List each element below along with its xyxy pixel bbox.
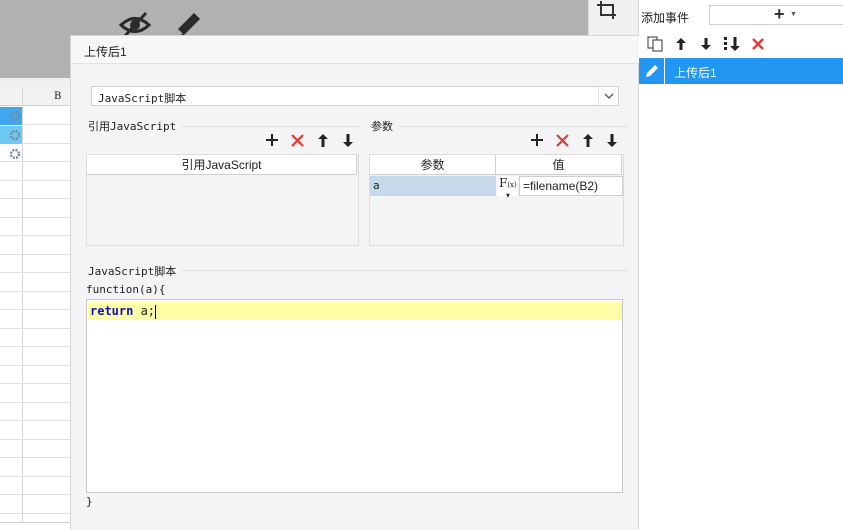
move-down-icon[interactable] (696, 34, 716, 54)
sheet-row (0, 217, 70, 236)
event-list: 上传后1 (639, 58, 843, 84)
ref-js-section-title: 引用JavaScript (88, 118, 183, 134)
function-signature: function(a){ (86, 283, 166, 296)
sheet-row (0, 328, 70, 347)
gear-icon[interactable] (9, 110, 21, 122)
gear-icon[interactable] (9, 129, 21, 141)
sheet-row (0, 291, 70, 310)
param-value-field[interactable]: =filename(B2) (519, 176, 623, 196)
event-editor-dialog: 上传后1 JavaScript脚本 引用JavaScript 引用JavaScr… (70, 35, 639, 530)
sheet-row (0, 439, 70, 458)
delete-icon[interactable] (748, 34, 768, 54)
param-move-down-icon[interactable] (603, 131, 621, 149)
param-move-up-icon[interactable] (579, 131, 597, 149)
event-panel: 添加事件 + ▼ 上传后1 (638, 0, 843, 530)
event-toolbar (639, 32, 843, 56)
edit-icon[interactable] (639, 58, 665, 84)
table-row: a F(x) ▼ =filename(B2) (370, 176, 624, 199)
copy-icon[interactable] (645, 34, 665, 54)
sheet-row (0, 162, 70, 181)
column-header-row: B (0, 88, 70, 106)
crop-icon[interactable] (596, 0, 618, 20)
text-caret (155, 304, 157, 319)
sheet-row (0, 254, 70, 273)
params-header-name[interactable]: 参数 (370, 155, 496, 175)
sheet-row (0, 458, 70, 477)
params-header-value[interactable]: 值 (496, 155, 622, 175)
param-delete-icon[interactable] (553, 131, 571, 149)
code-line-current[interactable]: return a; (88, 302, 621, 320)
params-section-title: 参数 (371, 118, 399, 134)
sheet-row (0, 402, 70, 421)
spreadsheet-grid: B (0, 88, 70, 530)
sheet-row (0, 236, 70, 255)
move-to-bottom-icon[interactable] (722, 34, 742, 54)
event-item[interactable]: 上传后1 (639, 58, 843, 84)
sheet-row (0, 199, 70, 218)
gear-icon[interactable] (9, 148, 21, 160)
sheet-row (0, 180, 70, 199)
dialog-title: 上传后1 (84, 45, 127, 59)
ref-js-table: 引用JavaScript (86, 154, 359, 246)
sheet-row (0, 273, 70, 292)
add-event-label: 添加事件 (641, 11, 690, 25)
event-type-select[interactable]: JavaScript脚本 (91, 86, 619, 106)
code-text: a; (133, 304, 156, 318)
column-header-b[interactable]: B (54, 91, 61, 102)
script-section-title: JavaScript脚本 (88, 263, 183, 279)
param-add-icon[interactable] (528, 131, 546, 149)
ref-delete-icon[interactable] (288, 131, 306, 149)
sheet-row (0, 495, 70, 514)
code-keyword: return (90, 304, 134, 318)
ref-move-down-icon[interactable] (339, 131, 357, 149)
param-name-cell[interactable]: a (370, 176, 496, 196)
event-item-label: 上传后1 (674, 66, 717, 80)
event-type-value: JavaScript脚本 (98, 92, 187, 105)
add-icon: + (774, 4, 785, 24)
dialog-title-bar: 上传后1 (71, 36, 639, 64)
chevron-down-icon[interactable] (598, 87, 618, 105)
ref-js-column-header[interactable]: 引用JavaScript (87, 155, 357, 175)
section-divider (369, 126, 627, 127)
sheet-row (0, 365, 70, 384)
sheet-row (0, 310, 70, 329)
sheet-row (0, 476, 70, 495)
function-closing-brace: } (86, 495, 93, 508)
ref-add-icon[interactable] (263, 131, 281, 149)
ref-move-up-icon[interactable] (314, 131, 332, 149)
params-table: 参数 值 a F(x) ▼ =filename(B2) (369, 154, 624, 246)
sheet-row (0, 421, 70, 440)
move-up-icon[interactable] (671, 34, 691, 54)
chevron-down-icon: ▼ (790, 11, 797, 18)
formula-icon[interactable]: F(x) ▼ (497, 176, 518, 199)
add-event-dropdown[interactable]: + ▼ (709, 4, 843, 25)
code-editor[interactable]: return a; (86, 299, 623, 493)
sheet-row (0, 347, 70, 366)
sheet-row (0, 384, 70, 403)
